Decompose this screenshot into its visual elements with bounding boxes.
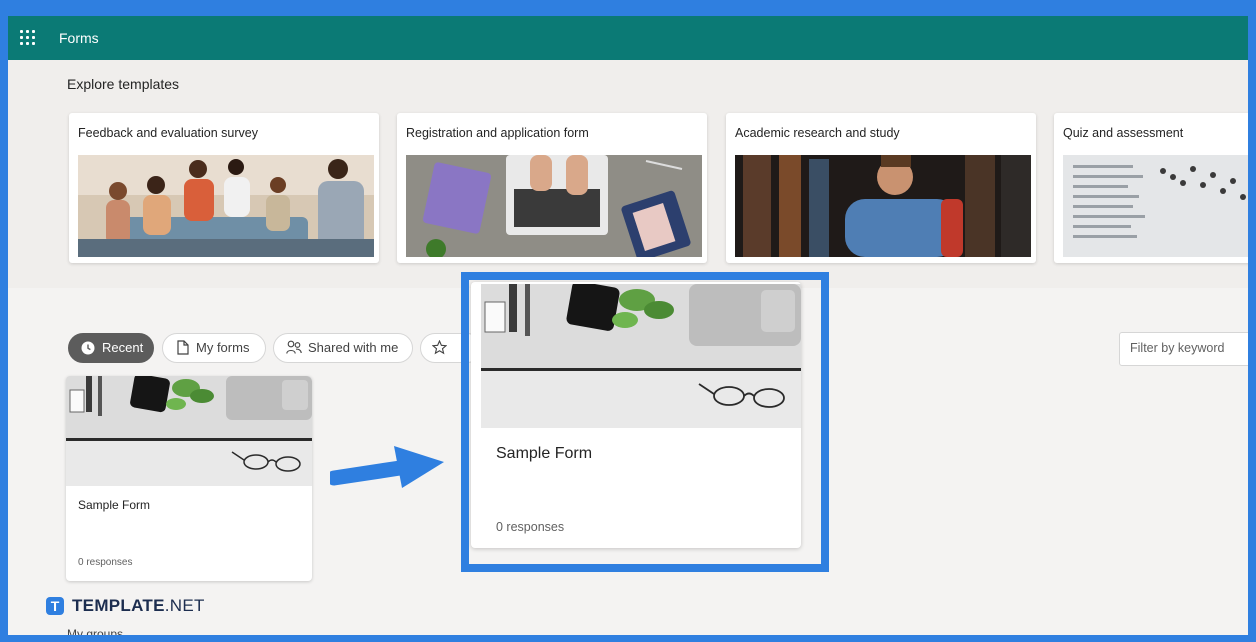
document-icon <box>177 340 189 355</box>
form-thumbnail <box>66 376 312 486</box>
template-card-title: Academic research and study <box>735 126 900 140</box>
tab-label: My forms <box>196 340 250 355</box>
filter-by-keyword-input[interactable]: Filter by keyword <box>1119 332 1248 366</box>
explore-templates-section: Explore templates Feedback and evaluatio… <box>8 60 1248 288</box>
tab-label: Shared with me <box>308 340 399 355</box>
template-logo-icon: T <box>46 597 64 615</box>
form-name: Sample Form <box>78 498 151 512</box>
form-card[interactable]: Sample Form 0 responses <box>66 376 312 581</box>
template-thumbnail <box>1063 155 1248 257</box>
top-bar: Forms <box>8 16 1248 60</box>
template-card-academic[interactable]: Academic research and study <box>726 113 1036 263</box>
star-icon <box>432 340 447 355</box>
explore-templates-heading: Explore templates <box>67 76 180 92</box>
template-thumbnail <box>78 155 374 257</box>
app-window: Forms Explore templates Feedback and eva… <box>8 16 1248 635</box>
app-title[interactable]: Forms <box>59 30 99 46</box>
people-icon <box>286 340 302 354</box>
highlight-frame <box>461 272 829 572</box>
template-card-quiz[interactable]: Quiz and assessment <box>1054 113 1248 263</box>
clock-icon <box>81 341 95 355</box>
template-card-title: Quiz and assessment <box>1063 126 1184 140</box>
tab-recent[interactable]: Recent <box>68 333 154 363</box>
app-launcher-icon[interactable] <box>20 30 36 46</box>
form-responses: 0 responses <box>78 557 133 568</box>
my-groups-heading: My groups <box>67 627 124 635</box>
brand-name: TEMPLATE.NET <box>72 596 205 615</box>
tab-label: Recent <box>102 340 144 355</box>
arrow-right-icon <box>330 446 444 488</box>
template-card-feedback[interactable]: Feedback and evaluation survey <box>69 113 379 263</box>
template-card-title: Feedback and evaluation survey <box>78 126 258 140</box>
template-card-title: Registration and application form <box>406 126 589 140</box>
template-thumbnail <box>406 155 702 257</box>
tab-shared-with-me[interactable]: Shared with me <box>273 333 413 363</box>
tab-my-forms[interactable]: My forms <box>162 333 266 363</box>
template-thumbnail <box>735 155 1031 257</box>
template-card-registration[interactable]: Registration and application form <box>397 113 707 263</box>
filter-placeholder: Filter by keyword <box>1130 341 1225 355</box>
